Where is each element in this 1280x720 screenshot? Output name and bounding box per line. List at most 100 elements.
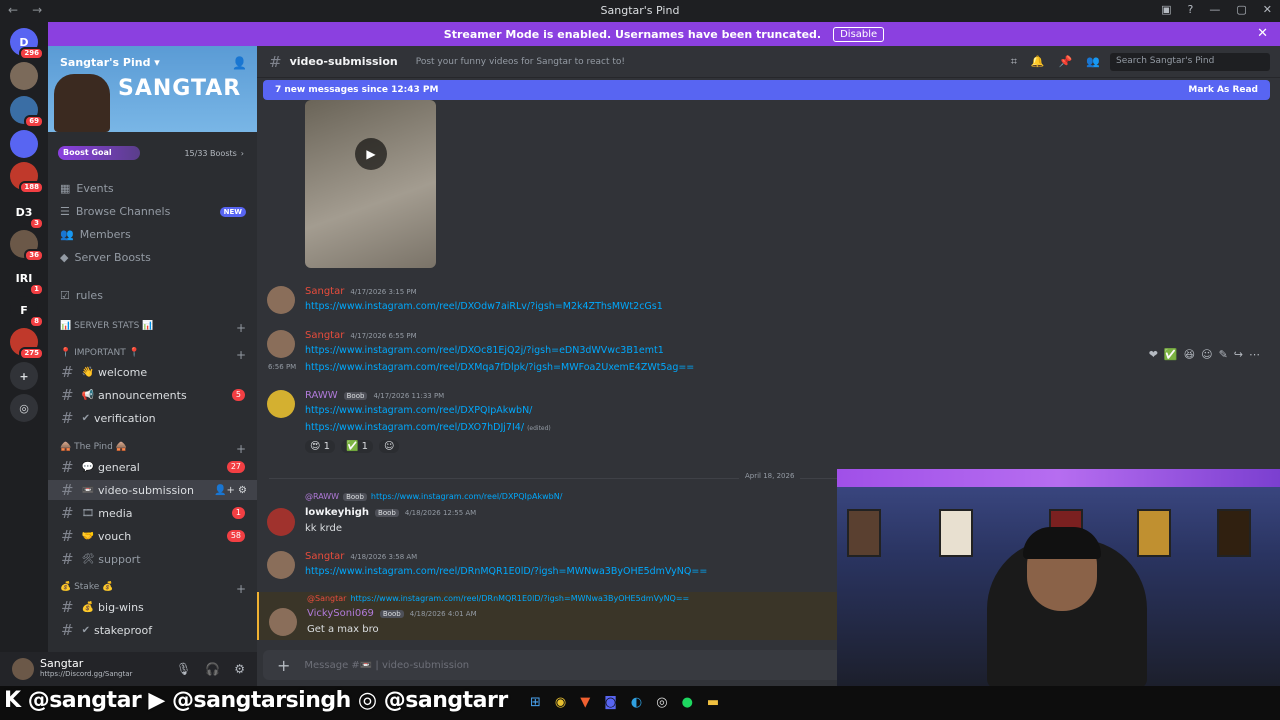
reply-icon[interactable]: ↪ [1234, 348, 1243, 361]
edge-icon[interactable]: ◐ [631, 695, 642, 710]
sidebar-item-events[interactable]: ▦ Events [60, 182, 246, 195]
author-name[interactable]: Sangtar [305, 330, 344, 341]
spotify-icon[interactable]: ● [682, 695, 693, 710]
author-name[interactable]: Sangtar [305, 286, 344, 297]
check-react-icon[interactable]: ✅ [1164, 348, 1178, 361]
category-server-stats[interactable]: 📊 SERVER STATS 📊 + [60, 321, 246, 335]
server-icon[interactable]: 275 [10, 328, 44, 360]
server-header[interactable]: Sangtar's Pind ▾ SANGTAR 👤 [48, 46, 257, 132]
discord-icon[interactable]: ◙ [604, 695, 617, 710]
avatar[interactable] [267, 551, 295, 579]
search-input[interactable]: Search Sangtar's Pind [1110, 53, 1270, 71]
laugh-react-icon[interactable]: 😆 [1184, 348, 1195, 361]
new-messages-bar[interactable]: 7 new messages since 12:43 PM Mark As Re… [263, 80, 1270, 100]
category-the-pind[interactable]: 🛖 The Pind 🛖 + [60, 442, 246, 456]
server-icon[interactable] [10, 62, 38, 90]
channel-topic[interactable]: Post your funny videos for Sangtar to re… [416, 57, 625, 67]
member-list-icon[interactable]: 👥 [1086, 55, 1100, 69]
disable-button[interactable]: Disable [833, 26, 885, 42]
author-name[interactable]: VickySoni069 [307, 608, 374, 619]
windows-start-icon[interactable]: ⊞ [530, 695, 541, 710]
category-important[interactable]: 📍 IMPORTANT 📍 + [60, 348, 246, 362]
add-channel-icon[interactable]: + [236, 348, 246, 362]
category-stake[interactable]: 💰 Stake 💰 + [60, 582, 246, 596]
avatar[interactable] [267, 286, 295, 314]
avatar[interactable] [267, 390, 295, 418]
server-icon[interactable]: F8 [10, 296, 44, 328]
inbox-icon[interactable]: ▣ [1161, 3, 1171, 16]
mark-as-read-button[interactable]: Mark As Read [1188, 85, 1258, 95]
more-icon[interactable]: ⋯ [1249, 348, 1260, 361]
pin-icon[interactable]: 📌 [1059, 55, 1073, 69]
channel-media[interactable]: # 🎞 media 1 [48, 503, 257, 523]
channel-stakeproof[interactable]: # ✔ stakeproof [48, 620, 257, 640]
channel-vouch[interactable]: # 🤝 vouch 58 [48, 526, 257, 546]
author-name[interactable]: Sangtar [305, 551, 344, 562]
channel-big-wins[interactable]: # 💰 big-wins [48, 597, 257, 617]
avatar[interactable] [267, 508, 295, 536]
server-icon[interactable]: IRI 1 [10, 264, 44, 296]
message-input[interactable]: Message #📼 | video-submission [304, 660, 469, 671]
obs-icon[interactable]: ◎ [656, 695, 667, 710]
server-name[interactable]: Sangtar's Pind ▾ [60, 56, 160, 69]
headphones-icon[interactable]: 🎧 [205, 662, 220, 676]
invite-icon[interactable]: 👤 [232, 56, 247, 70]
author-name[interactable]: lowkeyhigh [305, 507, 369, 518]
message-link[interactable]: https://www.instagram.com/reel/DXOc81EjQ… [305, 345, 664, 356]
boost-goal[interactable]: Boost Goal 15/33 Boosts › [58, 145, 244, 161]
sidebar-item-server-boosts[interactable]: ◆ Server Boosts [60, 251, 246, 264]
add-server-icon[interactable]: + [10, 362, 38, 390]
channel-video-submission[interactable]: # 📼 video-submission 👤+ ⚙ [48, 480, 257, 500]
play-icon[interactable]: ▶ [355, 138, 387, 170]
server-icon[interactable]: D 296 [10, 28, 44, 60]
brave-icon[interactable]: ▼ [580, 695, 590, 710]
bell-icon[interactable]: 🔔 [1031, 55, 1045, 69]
microphone-icon[interactable]: 🎙 [176, 662, 191, 676]
help-icon[interactable]: ? [1188, 3, 1194, 16]
server-icon[interactable]: D3 3 [10, 198, 44, 230]
reaction[interactable]: ✅ 1 [340, 440, 373, 453]
close-window-icon[interactable]: ✕ [1263, 3, 1272, 16]
avatar[interactable] [267, 330, 295, 358]
edit-icon[interactable]: ✎ [1219, 348, 1228, 361]
chrome-icon[interactable]: ◉ [555, 695, 566, 710]
message-link[interactable]: https://www.instagram.com/reel/DXPQIpAkw… [305, 405, 532, 416]
server-icon[interactable] [10, 130, 38, 158]
add-reaction-icon[interactable]: ☺ [1201, 348, 1212, 361]
message-link[interactable]: https://www.instagram.com/reel/DXOdw7aiR… [305, 301, 663, 312]
discover-icon[interactable]: ◎ [10, 394, 38, 422]
add-channel-icon[interactable]: + [236, 321, 246, 335]
channel-support[interactable]: # 🛠 support [48, 549, 257, 569]
maximize-icon[interactable]: ▢ [1236, 3, 1246, 16]
sidebar-item-browse-channels[interactable]: ☰ Browse Channels NEW [60, 205, 246, 218]
file-explorer-icon[interactable]: ▬ [707, 695, 719, 710]
server-icon[interactable]: 36 [10, 230, 44, 262]
close-icon[interactable]: ✕ [1257, 26, 1268, 41]
reply-reference[interactable]: @RAWW Boob https://www.instagram.com/reel/… [305, 492, 562, 501]
reaction[interactable]: 😍 1 [305, 440, 335, 453]
sidebar-item-rules[interactable]: ☑ rules [60, 289, 246, 302]
channel-general[interactable]: # 💬 general 27 [48, 457, 257, 477]
minimize-icon[interactable]: — [1209, 3, 1220, 16]
gear-icon[interactable]: 👤+ ⚙ [214, 485, 247, 496]
avatar[interactable] [12, 658, 34, 680]
attach-icon[interactable]: + [277, 656, 290, 675]
author-name[interactable]: RAWW [305, 390, 338, 401]
channel-announcements[interactable]: # 📢 announcements 5 [48, 385, 257, 405]
avatar[interactable] [269, 608, 297, 636]
message-link[interactable]: https://www.instagram.com/reel/DRnMQR1E0… [305, 566, 707, 577]
server-icon[interactable]: 188 [10, 162, 44, 194]
threads-icon[interactable]: ⌗ [1011, 55, 1017, 69]
sidebar-item-members[interactable]: 👥 Members [60, 228, 246, 241]
message-link[interactable]: https://www.instagram.com/reel/DXO7hDJj7… [305, 422, 551, 433]
channel-verification[interactable]: # ✔ verification [48, 408, 257, 428]
user-info[interactable]: Sangtar https://Discord.gg/Sangtar [40, 658, 132, 680]
video-attachment[interactable]: ▶ [305, 100, 436, 268]
server-icon[interactable]: 69 [10, 96, 44, 128]
message-link[interactable]: https://www.instagram.com/reel/DXMqa7fDl… [305, 362, 694, 373]
add-channel-icon[interactable]: + [236, 442, 246, 456]
channel-welcome[interactable]: # 👋 welcome [48, 362, 257, 382]
heart-react-icon[interactable]: ❤ [1149, 348, 1158, 361]
gear-icon[interactable]: ⚙ [234, 662, 245, 676]
add-channel-icon[interactable]: + [236, 582, 246, 596]
